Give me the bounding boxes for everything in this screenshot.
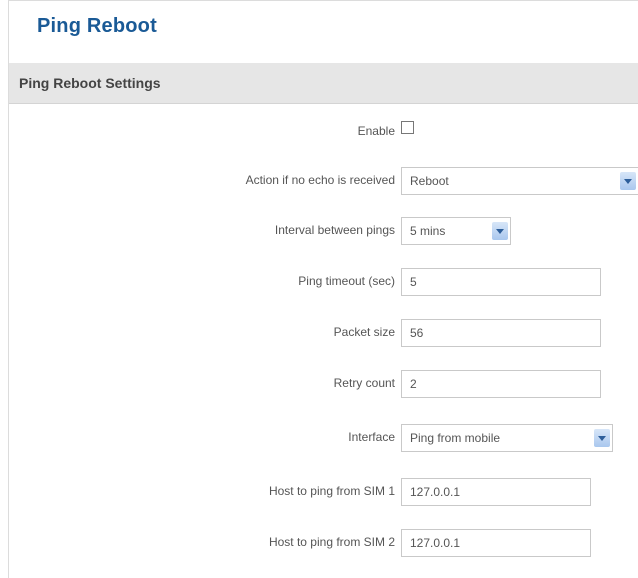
- action-value: Reboot: [410, 174, 449, 188]
- host-sim2-input[interactable]: 127.0.0.1: [401, 529, 591, 557]
- action-row: Action if no echo is received Reboot: [9, 167, 638, 197]
- enable-row: Enable: [9, 118, 638, 148]
- section-title: Ping Reboot Settings: [19, 75, 161, 91]
- host-sim1-input[interactable]: 127.0.0.1: [401, 478, 591, 506]
- timeout-label: Ping timeout (sec): [298, 274, 395, 288]
- host-sim2-row: Host to ping from SIM 2 127.0.0.1: [9, 529, 638, 559]
- host-sim2-label: Host to ping from SIM 2: [268, 535, 395, 549]
- action-select[interactable]: Reboot: [401, 167, 638, 195]
- chevron-down-icon[interactable]: [492, 222, 508, 240]
- interface-value: Ping from mobile: [410, 431, 501, 445]
- interval-value: 5 mins: [410, 224, 446, 238]
- action-label: Action if no echo is received: [245, 173, 395, 187]
- interval-select[interactable]: 5 mins: [401, 217, 511, 245]
- retry-count-label: Retry count: [333, 376, 395, 390]
- interface-select[interactable]: Ping from mobile: [401, 424, 613, 452]
- host-sim1-row: Host to ping from SIM 1 127.0.0.1: [9, 478, 638, 508]
- retry-count-input[interactable]: 2: [401, 370, 601, 398]
- packet-size-label: Packet size: [333, 325, 395, 339]
- host-sim1-label: Host to ping from SIM 1: [268, 484, 395, 498]
- timeout-input[interactable]: 5: [401, 268, 601, 296]
- interface-label: Interface: [348, 430, 395, 444]
- retry-count-row: Retry count 2: [9, 370, 638, 400]
- enable-checkbox[interactable]: [401, 121, 414, 134]
- ping-reboot-page: Ping Reboot Ping Reboot Settings Enable …: [8, 0, 638, 578]
- chevron-down-icon[interactable]: [594, 429, 610, 447]
- enable-label: Enable: [357, 124, 395, 138]
- page-title: Ping Reboot: [37, 15, 157, 37]
- packet-size-row: Packet size 56: [9, 319, 638, 349]
- interface-row: Interface Ping from mobile: [9, 424, 638, 454]
- interval-label: Interval between pings: [274, 223, 395, 237]
- timeout-row: Ping timeout (sec) 5: [9, 268, 638, 298]
- section-header: Ping Reboot Settings: [9, 63, 638, 104]
- packet-size-input[interactable]: 56: [401, 319, 601, 347]
- interval-row: Interval between pings 5 mins: [9, 217, 638, 247]
- chevron-down-icon[interactable]: [620, 172, 636, 190]
